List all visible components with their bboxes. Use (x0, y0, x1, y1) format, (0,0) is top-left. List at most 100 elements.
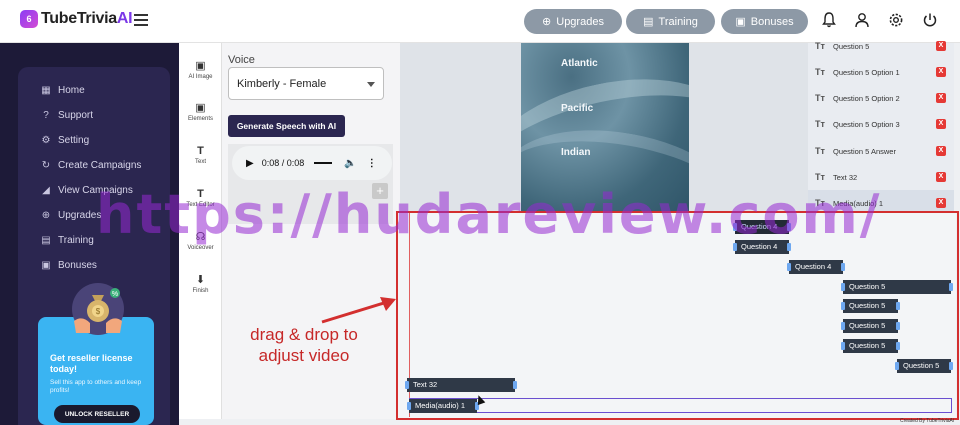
logo-text: TubeTriviaAI (41, 10, 133, 28)
text-type-icon: Tт (815, 119, 825, 129)
text-type-icon: Tт (815, 172, 825, 182)
upgrades-button[interactable]: ⊕ Upgrades (524, 9, 622, 34)
hamburger-menu-icon[interactable] (134, 14, 148, 26)
graduation-cap-icon: ▤ (41, 234, 51, 246)
graduation-cap-icon: ▤ (643, 16, 654, 28)
sidebar-item-training[interactable]: ▤ Training (40, 231, 94, 249)
credit-text: Created By TubeTriviaAi (899, 418, 954, 424)
layer-name: Question 5 Option 3 (833, 119, 900, 129)
sidebar-item-create-campaigns[interactable]: ↻ Create Campaigns (40, 156, 142, 174)
text-type-icon: Tт (815, 41, 825, 51)
sidebar-item-home[interactable]: ▦ Home (40, 81, 85, 99)
sidebar-item-label: Training (58, 234, 94, 246)
sidebar-item-label: Setting (58, 134, 90, 146)
sidebar-item-bonuses[interactable]: ▣ Bonuses (40, 256, 97, 274)
layer-item[interactable]: Tт Question 5 Answer X (808, 138, 954, 164)
annotation-arrow-icon (321, 297, 396, 324)
layer-name: Question 5 Option 1 (833, 67, 900, 77)
image-icon: ▣ (195, 102, 206, 114)
tool-label: Elements (187, 116, 213, 122)
layer-name: Question 5 Option 2 (833, 93, 900, 103)
preview-option-1[interactable]: Atlantic (561, 58, 598, 69)
user-icon[interactable] (854, 12, 870, 28)
megaphone-icon: ◢ (42, 184, 50, 196)
gear-icon[interactable] (888, 12, 904, 28)
tool-finish[interactable]: ⬇ Finish (179, 274, 222, 294)
sidebar-item-label: Support (58, 109, 94, 121)
reseller-promo-card: $ % Get reseller license today! Sell thi… (38, 283, 154, 425)
generate-speech-button[interactable]: Generate Speech with AI (228, 115, 345, 137)
upgrades-button-label: Upgrades (556, 15, 604, 28)
voice-select-value: Kimberly - Female (237, 78, 327, 90)
promo-title: Get reseller license today! (50, 353, 133, 374)
logo-main-text: TubeTrivia (41, 10, 117, 27)
audio-player: ▶ 0:08 / 0:08 🔈 ⋮ (232, 146, 392, 180)
delete-layer-icon[interactable]: X (936, 41, 946, 51)
text-type-icon: Tт (815, 67, 825, 77)
delete-layer-icon[interactable]: X (936, 93, 946, 103)
delete-layer-icon[interactable]: X (936, 198, 946, 208)
grid-icon: ▦ (41, 84, 51, 96)
text-t-icon: T (197, 145, 204, 157)
help-circle-icon: ? (43, 109, 49, 121)
sidebar-item-label: Upgrades (58, 209, 102, 221)
layer-item[interactable]: Tт Question 5 Option 1 X (808, 59, 954, 85)
volume-icon[interactable]: 🔈 (344, 158, 356, 169)
tool-label: AI Image (188, 74, 213, 80)
annotation-text: drag & drop to adjust video (250, 325, 358, 365)
sidebar-item-label: Create Campaigns (58, 159, 142, 171)
training-button[interactable]: ▤ Training (626, 9, 715, 34)
preview-option-2[interactable]: Pacific (561, 103, 593, 114)
audio-progress[interactable] (314, 162, 333, 164)
power-icon[interactable] (922, 12, 938, 28)
tool-label: Finish (192, 288, 209, 294)
text-type-icon: Tт (815, 146, 825, 156)
sidebar-item-upgrades[interactable]: ⊕ Upgrades (40, 206, 102, 224)
text-type-icon: Tт (815, 93, 825, 103)
gift-icon: ▣ (735, 16, 746, 28)
layer-name: Question 5 (833, 41, 870, 51)
sidebar: ▦ Home ? Support ⚙ Setting ↻ Create Campaign… (18, 67, 170, 425)
refresh-icon: ↻ (41, 159, 51, 171)
bonuses-button-label: Bonuses (750, 15, 794, 28)
voice-select[interactable]: Kimberly - Female (228, 67, 384, 100)
training-button-label: Training (658, 15, 698, 28)
svg-text:%: % (112, 291, 118, 298)
delete-layer-icon[interactable]: X (936, 119, 946, 129)
gear-icon: ⚙ (41, 134, 51, 146)
tool-ai-image[interactable]: ▣ AI Image (179, 60, 222, 80)
layer-item[interactable]: Tт Question 5 X (808, 33, 954, 59)
sidebar-item-label: Bonuses (58, 259, 97, 271)
bell-icon[interactable] (821, 12, 837, 28)
delete-layer-icon[interactable]: X (936, 146, 946, 156)
delete-layer-icon[interactable]: X (936, 172, 946, 182)
tool-elements[interactable]: ▣ Elements (179, 102, 222, 122)
delete-layer-icon[interactable]: X (936, 67, 946, 77)
audio-time: 0:08 / 0:08 (261, 158, 305, 168)
image-icon: ▣ (195, 60, 206, 72)
logo-badge-icon: 6 (20, 10, 38, 28)
logo-ai-text: AI (116, 10, 133, 27)
layer-item[interactable]: Tт Question 5 Option 2 X (808, 85, 954, 111)
preview-option-3[interactable]: Indian (561, 147, 590, 158)
sidebar-item-support[interactable]: ? Support (40, 106, 93, 124)
more-options-icon[interactable]: ⋮ (367, 158, 377, 169)
gift-icon: ▣ (41, 259, 51, 271)
chevron-down-icon (367, 82, 375, 87)
layer-name: Question 5 Answer (833, 146, 896, 156)
promo-subtitle: Sell this app to others and keep profits… (50, 379, 142, 394)
tool-text[interactable]: T Text (179, 145, 222, 165)
money-bag-hands-icon: $ % (72, 283, 124, 335)
upload-circle-icon: ⊕ (542, 16, 552, 28)
upload-circle-icon: ⊕ (41, 209, 51, 221)
download-icon: ⬇ (195, 274, 206, 286)
layer-name: Text 32 (833, 172, 858, 182)
tool-label: Text (194, 159, 206, 165)
sidebar-item-setting[interactable]: ⚙ Setting (40, 131, 90, 149)
play-icon[interactable]: ▶ (246, 158, 254, 169)
app-logo[interactable]: 6 TubeTriviaAI (20, 10, 133, 28)
unlock-reseller-button[interactable]: UNLOCK RESELLER (54, 405, 140, 423)
layer-item[interactable]: Tт Question 5 Option 3 X (808, 111, 954, 137)
bonuses-button[interactable]: ▣ Bonuses (721, 9, 808, 34)
sidebar-item-label: Home (58, 84, 85, 96)
